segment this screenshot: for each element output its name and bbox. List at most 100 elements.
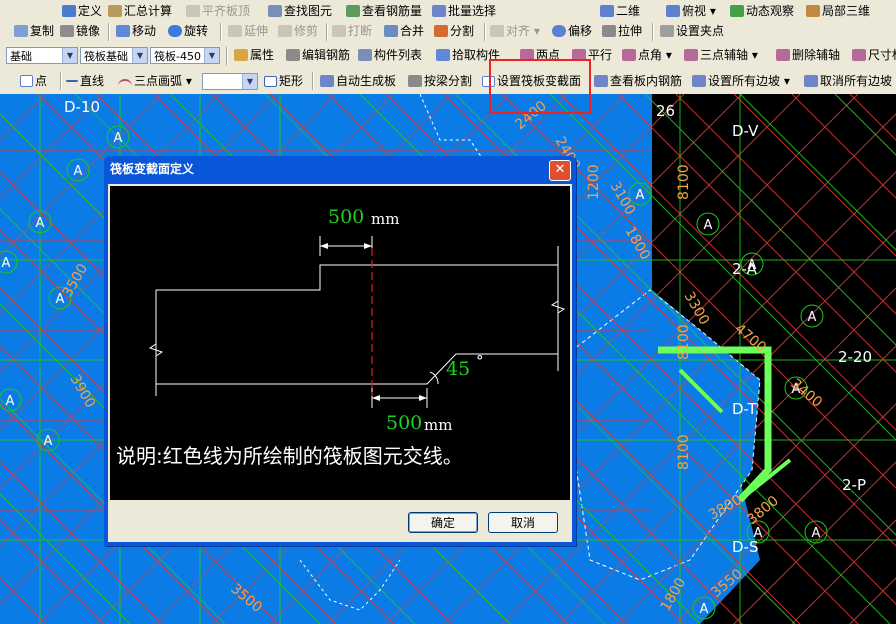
- set-grip-button[interactable]: 设置夹点: [660, 22, 724, 40]
- toolbar-row-4: 点 直线 三点画弧 ▾ ▼ 矩形 自动生成板 按梁分割 设置筏板变截面 查看板内…: [0, 68, 896, 95]
- view-inner-rebar-button[interactable]: 查看板内钢筋: [594, 72, 682, 90]
- svg-text:A: A: [812, 526, 821, 541]
- dynamic-view-button[interactable]: 动态观察: [730, 2, 794, 20]
- cancel-slope-icon: [804, 75, 818, 87]
- edit-rebar-button[interactable]: 编辑钢筋: [286, 46, 350, 64]
- axis-label: 2-P: [842, 476, 866, 494]
- element-select[interactable]: 筏板-450 ▼: [150, 47, 220, 64]
- svg-text:A: A: [74, 164, 83, 179]
- svg-text:A: A: [44, 434, 53, 449]
- rect-button[interactable]: 矩形: [264, 72, 303, 90]
- mirror-button[interactable]: 镜像: [60, 22, 100, 40]
- batch-select-button[interactable]: 批量选择: [432, 2, 496, 20]
- find-icon: [268, 5, 282, 17]
- separator: [60, 72, 62, 90]
- properties-button[interactable]: 属性: [234, 46, 274, 64]
- chevron-down-icon: ▼: [132, 48, 147, 63]
- dimension-label: 1200: [586, 164, 602, 200]
- offset-button[interactable]: 偏移: [552, 22, 592, 40]
- separator: [312, 72, 314, 90]
- axis-label: 2-A: [732, 260, 758, 278]
- define-icon: [62, 5, 76, 17]
- move-button[interactable]: 移动: [116, 22, 156, 40]
- dialog-body: 500 mm 45 ° 500 mm 说明:红色线为所绘制的筏板图元交线。 确定…: [108, 184, 572, 542]
- define-button[interactable]: 定义: [62, 2, 102, 20]
- mirror-icon: [60, 25, 74, 37]
- view-angle-select[interactable]: 俯视 ▾: [666, 2, 716, 20]
- axis-label: D-S: [732, 538, 758, 556]
- point-angle-button[interactable]: 点角 ▾: [622, 46, 672, 64]
- calc-button[interactable]: 汇总计算: [108, 2, 172, 20]
- svg-text:A: A: [2, 256, 11, 271]
- align-icon: [490, 25, 504, 37]
- arrow-icon: [364, 243, 372, 249]
- dialog-title: 筏板变截面定义: [110, 162, 195, 176]
- split-beam-icon: [408, 75, 422, 87]
- set-all-slopes-button[interactable]: 设置所有边坡 ▾: [692, 72, 790, 90]
- ok-button[interactable]: 确定: [408, 512, 478, 533]
- point-angle-icon: [622, 49, 636, 61]
- arrow-icon: [320, 243, 328, 249]
- cube-icon: [806, 5, 820, 17]
- rotate-button[interactable]: 旋转: [168, 22, 208, 40]
- dimension-label: 8100: [676, 324, 692, 360]
- layer-select[interactable]: 基础 ▼: [6, 47, 78, 64]
- component-list-button[interactable]: 构件列表: [358, 46, 422, 64]
- stretch-button[interactable]: 拉伸: [602, 22, 642, 40]
- rect-icon: [264, 76, 277, 87]
- bottom-dim-value: 500: [386, 412, 423, 434]
- copy-button[interactable]: 复制: [14, 22, 54, 40]
- split-icon: [434, 25, 448, 37]
- split-button[interactable]: 分割: [434, 22, 474, 40]
- svg-text:A: A: [114, 131, 123, 146]
- arrow-icon: [372, 395, 380, 401]
- cancel-button[interactable]: 取消: [488, 512, 558, 533]
- merge-button[interactable]: 合并: [384, 22, 424, 40]
- find-element-button[interactable]: 查找图元: [268, 2, 332, 20]
- top-dim-unit: mm: [371, 210, 400, 228]
- align-button[interactable]: 对齐 ▾: [490, 22, 540, 40]
- delete-axis-button[interactable]: 删除辅轴: [776, 46, 840, 64]
- view-mode-select[interactable]: 二维: [600, 2, 640, 20]
- svg-text:A: A: [36, 216, 45, 231]
- axis-label: D-V: [732, 122, 759, 140]
- three-point-axis-button[interactable]: 三点辅轴 ▾: [684, 46, 758, 64]
- arc-icon: [118, 79, 132, 87]
- angle-degree: °: [476, 352, 484, 370]
- type-select[interactable]: 筏板基础 ▼: [80, 47, 148, 64]
- arc-button[interactable]: 三点画弧 ▾: [118, 72, 192, 90]
- view-rebar-button[interactable]: 查看钢筋量: [346, 2, 422, 20]
- slab-top-line: [156, 264, 558, 291]
- dimension-button[interactable]: 尺寸标注: [852, 46, 896, 64]
- close-icon[interactable]: ✕: [549, 160, 571, 181]
- flush-top-button[interactable]: 平齐板顶: [186, 2, 250, 20]
- axis-icon: [684, 49, 698, 61]
- break-button[interactable]: 打断: [332, 22, 372, 40]
- point-button[interactable]: 点: [20, 72, 47, 90]
- batch-icon: [432, 5, 446, 17]
- axis-label: 2-20: [838, 348, 872, 366]
- split-by-beam-button[interactable]: 按梁分割: [408, 72, 472, 90]
- axis-label: D-10: [64, 98, 100, 116]
- pick-icon: [436, 49, 450, 61]
- toolbar-row-1: 定义 汇总计算 平齐板顶 查找图元 查看钢筋量 批量选择 二维 俯视 ▾ 动态观…: [0, 0, 896, 21]
- dimension-label: 8100: [676, 434, 692, 470]
- auto-slab-button[interactable]: 自动生成板: [320, 72, 396, 90]
- offset-icon: [552, 25, 566, 37]
- axis-label: D-T: [732, 400, 758, 418]
- trim-button[interactable]: 修剪: [278, 22, 318, 40]
- line-button[interactable]: 直线: [66, 72, 104, 90]
- toolbar-row-3: 基础 ▼ 筏板基础 ▼ 筏板-450 ▼ 属性 编辑钢筋 构件列表 拾取构件 两点 平…: [0, 44, 896, 69]
- axis-label: 26: [656, 102, 675, 120]
- arc-option-select[interactable]: ▼: [202, 73, 258, 90]
- copy-icon: [14, 25, 28, 37]
- orbit-icon: [730, 5, 744, 17]
- trim-icon: [278, 25, 292, 37]
- rebar-icon: [346, 5, 360, 17]
- svg-text:A: A: [704, 218, 713, 233]
- extend-button[interactable]: 延伸: [228, 22, 268, 40]
- cancel-all-slopes-button[interactable]: 取消所有边坡: [804, 72, 892, 90]
- separator: [108, 23, 110, 41]
- local-3d-button[interactable]: 局部三维: [806, 2, 870, 20]
- separator: [652, 23, 654, 41]
